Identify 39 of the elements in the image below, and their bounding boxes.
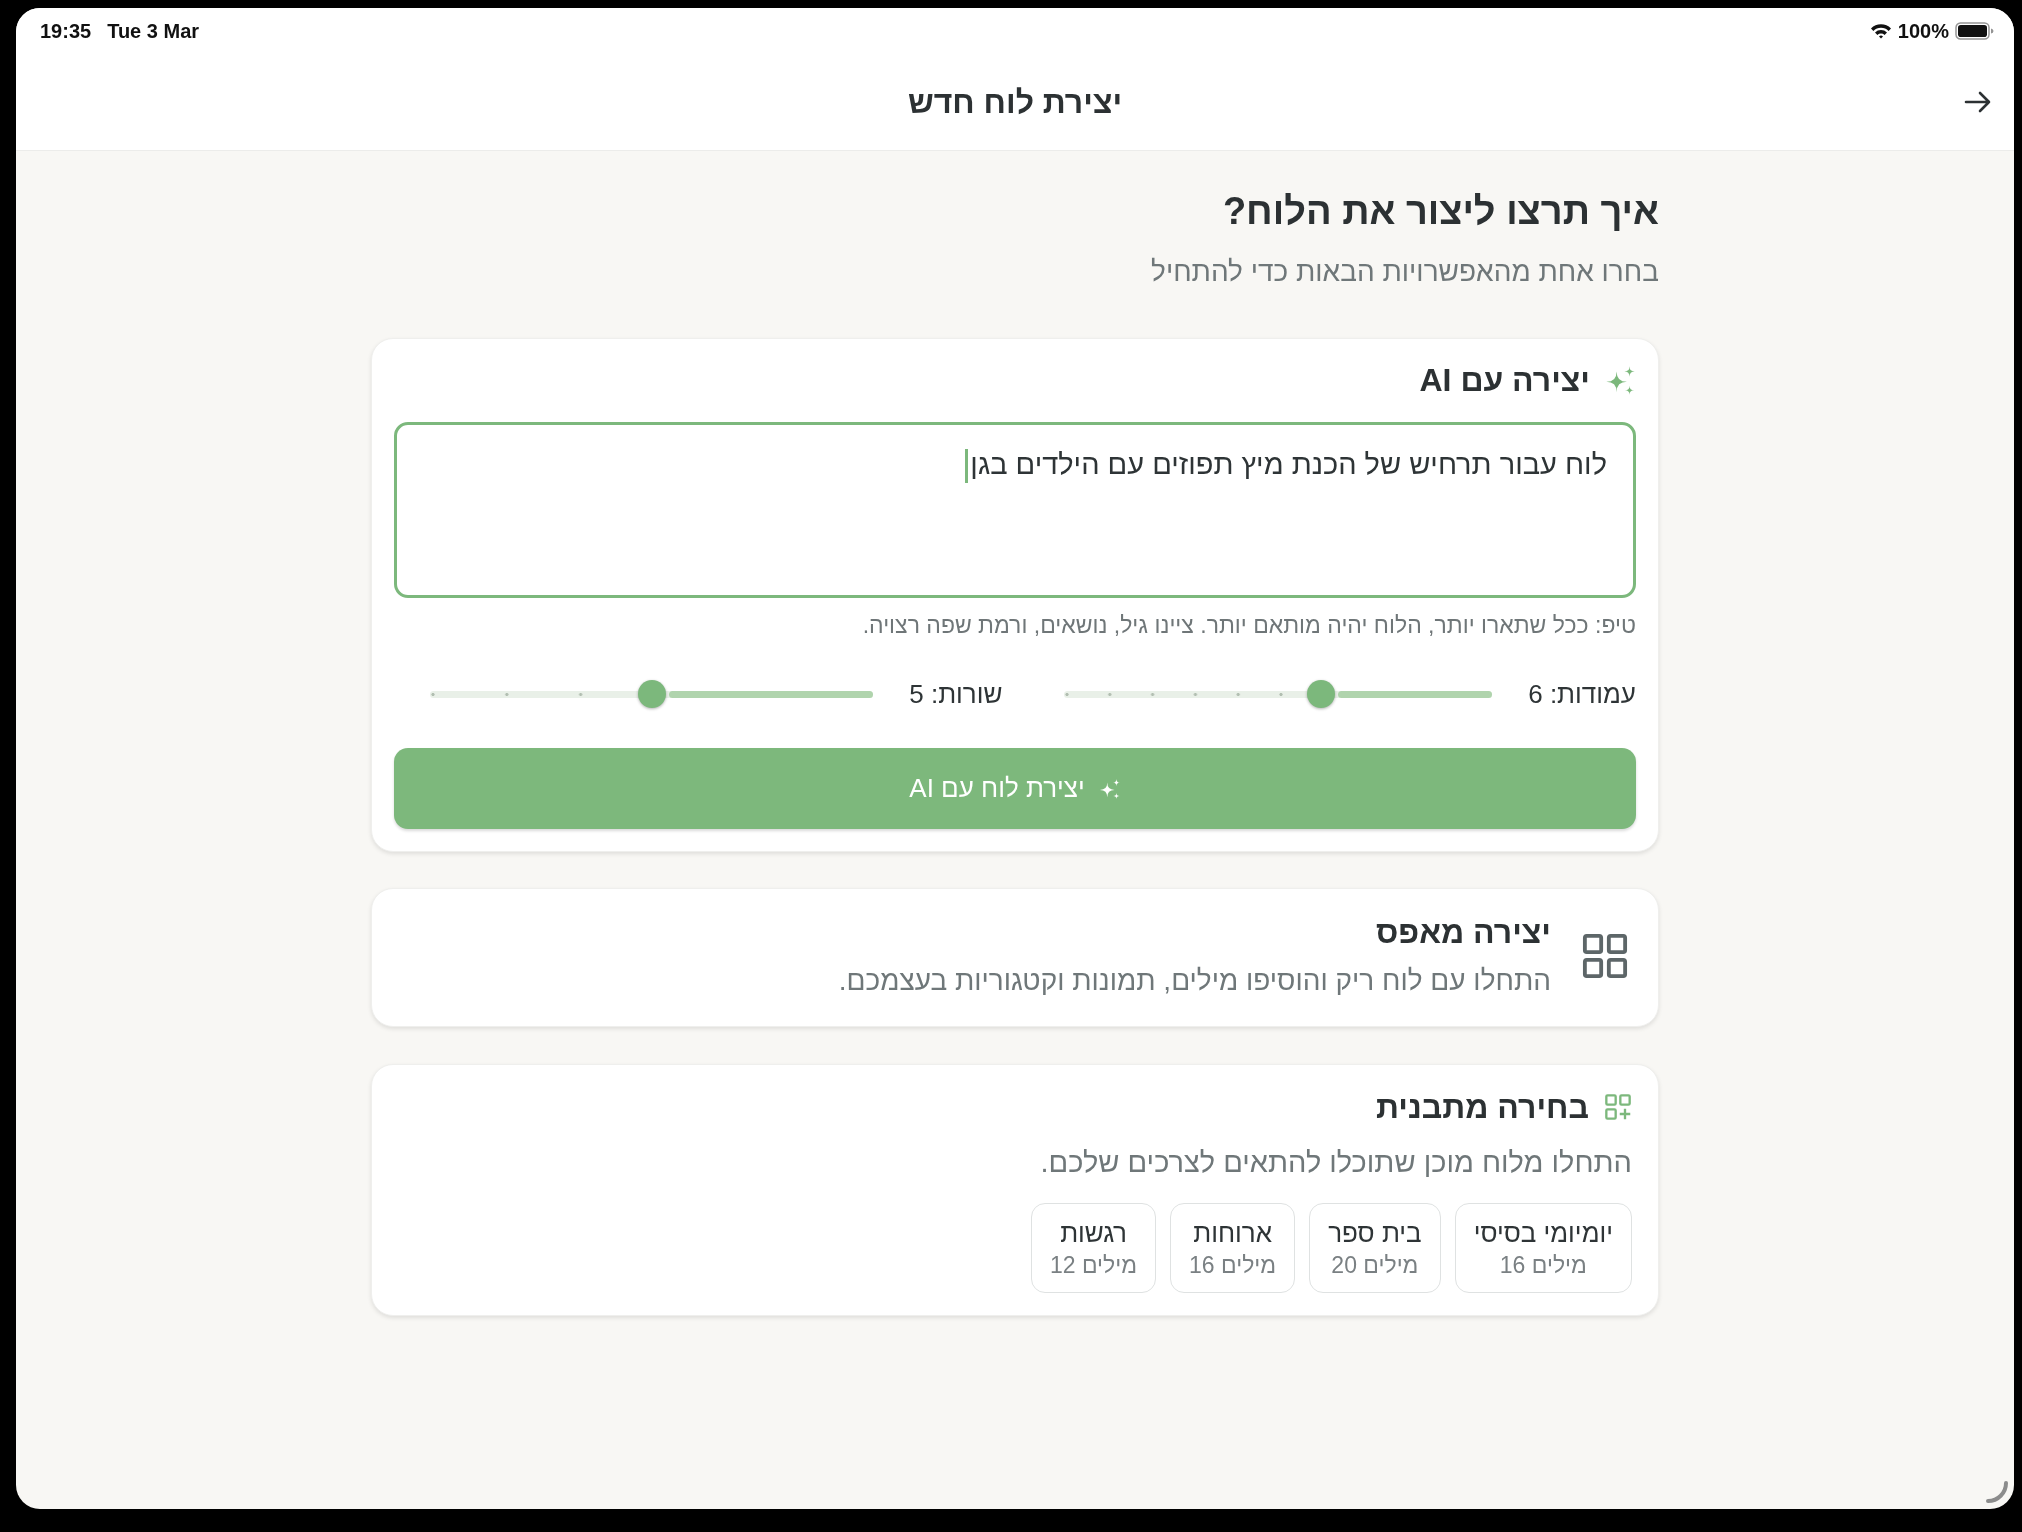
page-heading: איך תרצו ליצור את הלוח? bbox=[1221, 189, 1659, 234]
prompt-field[interactable]: לוח עבור תרחיש של הכנת מיץ תפוזים עם הילדים בגן bbox=[394, 422, 1636, 598]
template-name: ארוחות bbox=[1193, 1217, 1272, 1250]
template-chip[interactable]: יומיומי בסיסי 16 מילים bbox=[1454, 1203, 1632, 1293]
template-chip[interactable]: ארוחות 16 מילים bbox=[1170, 1203, 1296, 1293]
slider-label: שורות: 5 bbox=[909, 677, 1003, 711]
template-name: בית ספר bbox=[1328, 1217, 1422, 1250]
card-title: יצירה מאפס bbox=[1374, 914, 1551, 950]
template-chip[interactable]: בית ספר 20 מילים bbox=[1309, 1203, 1441, 1293]
template-word-count: 16 מילים bbox=[1189, 1251, 1277, 1280]
template-word-count: 16 מילים bbox=[1499, 1251, 1587, 1280]
template-name: רגשות bbox=[1060, 1217, 1127, 1250]
screen-title: יצירת לוח חדש bbox=[907, 82, 1123, 122]
card-description: התחלו מלוח מוכן שתוכלו להתאים לצרכים שלכם. bbox=[1039, 1145, 1632, 1179]
page-subtitle: בחרו אחת מהאפשרויות הבאות כדי להתחיל bbox=[1150, 255, 1659, 289]
battery-percent: 100% bbox=[1897, 19, 1949, 44]
card-title: יצירה עם AI bbox=[1419, 362, 1590, 398]
grid-icon bbox=[1582, 932, 1628, 979]
tip-text: טיפ: ככל שתארו יותר, הלוח יהיה מותאם יותר. ציינו גיל, נושאים, ורמת שפה רצויה. bbox=[861, 612, 1636, 638]
slider-thumb[interactable] bbox=[1306, 680, 1335, 708]
template-word-count: 20 מילים bbox=[1331, 1251, 1419, 1280]
card-description: התחלו עם לוח ריק והוסיפו מילים, תמונות וקטגוריות בעצמכם. bbox=[838, 965, 1551, 997]
card-title: בחירה מתבנית bbox=[1376, 1089, 1589, 1125]
scratch-option-card[interactable]: יצירה מאפס התחלו עם לוח ריק והוסיפו מילים, תמונות וקטגוריות בעצמכם. bbox=[371, 888, 1659, 1027]
right-arrow-icon bbox=[1964, 90, 1992, 114]
grid-plus-icon bbox=[1604, 1093, 1632, 1121]
resize-handle-icon[interactable] bbox=[1985, 1480, 2009, 1504]
wifi-icon bbox=[1869, 23, 1892, 39]
template-word-count: 12 מילים bbox=[1050, 1251, 1138, 1280]
template-name: יומיומי בסיסי bbox=[1473, 1217, 1613, 1250]
text-cursor-icon bbox=[965, 449, 969, 484]
slider-label: עמודות: 6 bbox=[1528, 677, 1636, 711]
template-chip[interactable]: רגשות 12 מילים bbox=[1031, 1203, 1157, 1293]
status-time: 19:35 bbox=[40, 19, 92, 44]
slider-thumb[interactable] bbox=[637, 680, 666, 708]
sparkle-icon bbox=[1605, 364, 1636, 396]
back-button[interactable] bbox=[1964, 90, 1992, 114]
status-date: Tue 3 Mar bbox=[107, 19, 200, 44]
battery-icon bbox=[1955, 22, 1994, 40]
